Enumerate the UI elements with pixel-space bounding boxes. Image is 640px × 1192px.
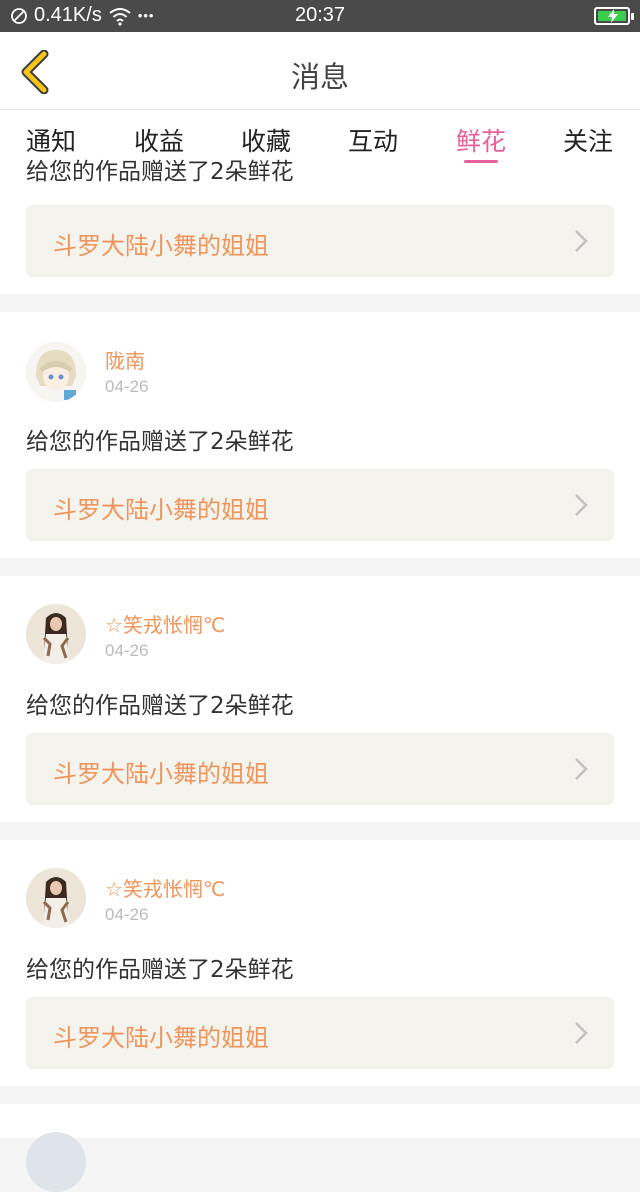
work-link[interactable]: 斗罗大陆小舞的姐姐 [26, 733, 614, 805]
user-avatar-icon [26, 604, 86, 664]
status-bar: 0.41K/s ••• 20:37 [0, 0, 640, 32]
tab-flowers[interactable]: 鲜花 [456, 122, 507, 163]
work-title: 斗罗大陆小舞的姐姐 [53, 232, 269, 260]
notification-message: 给您的作品赠送了2朵鲜花 [26, 159, 294, 185]
chevron-right-icon [575, 230, 588, 252]
nav-bar: 消息 [0, 32, 640, 110]
notification-card: ☆笑戎怅惘℃ 04-26 给您的作品赠送了2朵鲜花 斗罗大陆小舞的姐姐 [0, 840, 640, 1086]
tab-label: 关注 [563, 127, 614, 156]
timestamp: 04-26 [105, 641, 149, 660]
notification-card: 陇南 04-26 给您的作品赠送了2朵鲜花 斗罗大陆小舞的姐姐 [0, 312, 640, 558]
username[interactable]: ☆笑戎怅惘℃ [105, 873, 225, 902]
notification-message: 给您的作品赠送了2朵鲜花 [26, 429, 294, 455]
avatar[interactable] [26, 342, 86, 402]
tab-label: 互动 [348, 127, 399, 156]
chevron-right-icon [575, 1022, 588, 1044]
clock: 20:37 [294, 4, 346, 26]
notification-message: 给您的作品赠送了2朵鲜花 [26, 957, 294, 983]
chevron-right-icon [575, 494, 588, 516]
work-title: 斗罗大陆小舞的姐姐 [53, 1024, 269, 1052]
notification-card: ☆笑戎怅惘℃ 04-26 给您的作品赠送了2朵鲜花 斗罗大陆小舞的姐姐 [0, 576, 640, 822]
tab-label: 鲜花 [456, 127, 507, 156]
work-link[interactable]: 斗罗大陆小舞的姐姐 [26, 469, 614, 541]
avatar[interactable] [26, 868, 86, 928]
charging-icon [608, 9, 618, 23]
username[interactable]: ☆笑戎怅惘℃ [105, 609, 225, 638]
username[interactable]: 陇南 [105, 345, 145, 374]
page-title: 消息 [290, 60, 349, 94]
work-link[interactable]: 斗罗大陆小舞的姐姐 [26, 997, 614, 1069]
user-avatar-icon [26, 342, 86, 402]
notification-card [0, 1104, 640, 1192]
notification-message: 给您的作品赠送了2朵鲜花 [26, 693, 294, 719]
avatar[interactable] [26, 1132, 86, 1192]
timestamp: 04-26 [105, 905, 149, 924]
work-link[interactable]: 斗罗大陆小舞的姐姐 [26, 205, 614, 277]
chevron-right-icon [575, 758, 588, 780]
active-tab-indicator [464, 160, 499, 163]
work-title: 斗罗大陆小舞的姐姐 [53, 496, 269, 524]
tab-follow[interactable]: 关注 [563, 122, 613, 158]
avatar[interactable] [26, 604, 86, 664]
timestamp: 04-26 [105, 377, 149, 396]
tab-interaction[interactable]: 互动 [348, 122, 398, 158]
user-avatar-icon [26, 868, 86, 928]
notification-card: 给您的作品赠送了2朵鲜花 斗罗大陆小舞的姐姐 [0, 159, 640, 294]
battery-icon [594, 7, 634, 25]
work-title: 斗罗大陆小舞的姐姐 [53, 760, 269, 788]
